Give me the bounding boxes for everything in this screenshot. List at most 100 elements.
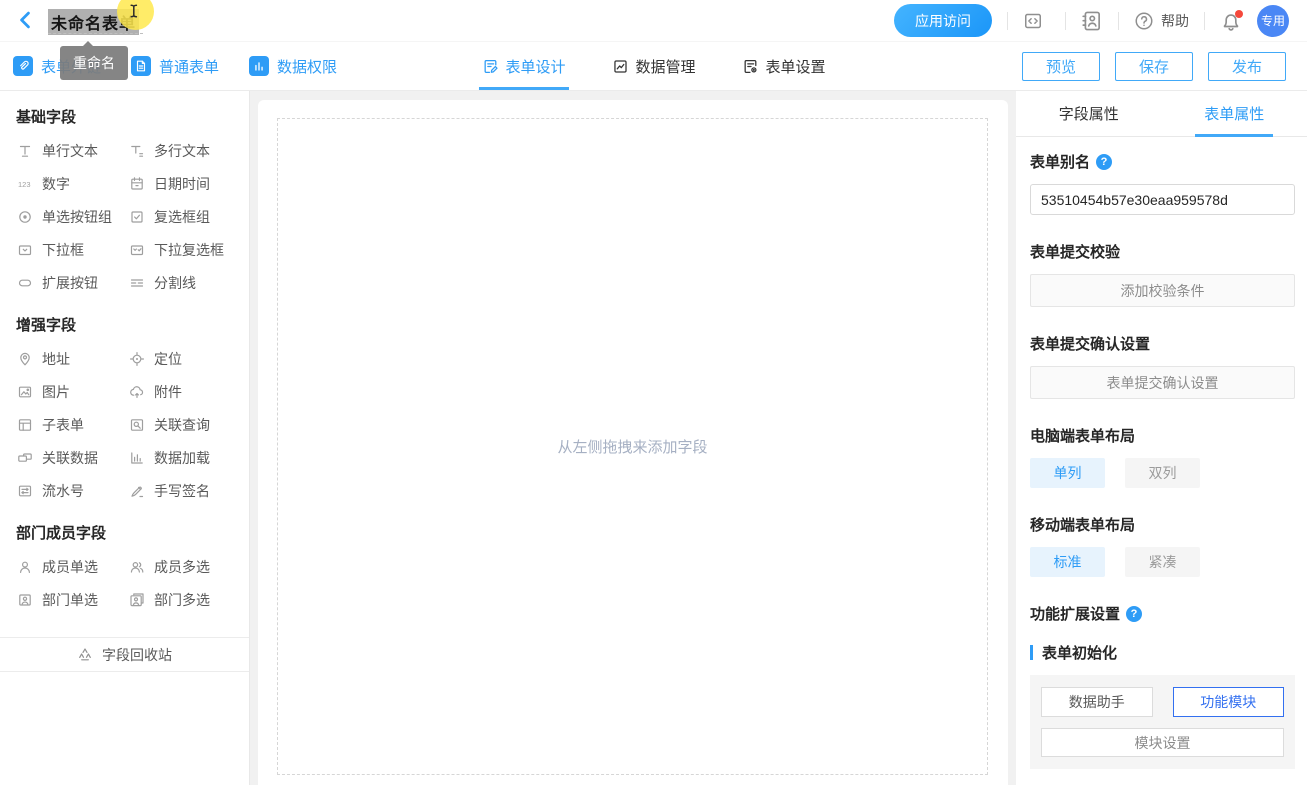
serial-number-icon (17, 483, 33, 499)
field-item-label: 数据加载 (154, 448, 210, 468)
mobile-layout-compact[interactable]: 紧凑 (1125, 547, 1200, 577)
field-item[interactable]: 关联数据 (17, 441, 129, 474)
field-item[interactable]: 流水号 (17, 474, 129, 507)
section-title: 基础字段 (16, 106, 249, 127)
form-init-tabs: 数据助手 功能模块 (1041, 687, 1284, 717)
field-item[interactable]: 手写签名 (129, 474, 241, 507)
workspace-badge[interactable]: 专用 (1257, 5, 1289, 37)
form-doc-icon (131, 56, 151, 76)
back-button[interactable] (14, 9, 36, 31)
notifications-button[interactable] (1220, 10, 1242, 32)
section-title: 部门成员字段 (16, 522, 249, 543)
app-access-button[interactable]: 应用访问 (894, 4, 992, 37)
field-item[interactable]: 附件 (129, 375, 241, 408)
add-validation-button[interactable]: 添加校验条件 (1030, 274, 1295, 307)
field-item-label: 单选按钮组 (42, 207, 112, 227)
canvas-dropzone[interactable]: 从左侧拖拽来添加字段 (277, 118, 988, 775)
preview-button[interactable]: 预览 (1022, 52, 1100, 81)
form-alias-label-row: 表单别名 (1030, 151, 1295, 172)
field-item-label: 成员多选 (154, 557, 210, 577)
field-item[interactable]: 扩展按钮 (17, 266, 129, 299)
normal-form-button[interactable]: 普通表单 (131, 56, 219, 77)
field-item-label: 数字 (42, 174, 70, 194)
sidebar-sections: 基础字段单行文本 多行文本 123 数字 日期时间单选按钮组 复选框组下拉框下拉复选框扩展… (0, 106, 249, 616)
field-item[interactable]: 数据加载 (129, 441, 241, 474)
contacts-button[interactable] (1081, 10, 1103, 32)
field-item-label: 复选框组 (154, 207, 210, 227)
data-permission-button[interactable]: 数据权限 (249, 56, 337, 77)
tab-form-settings[interactable]: 表单设置 (742, 42, 826, 90)
field-grid: 地址 定位图片 附件子表单 关联查询关联数据 数据加载流水号 手写签名 (0, 342, 249, 507)
help-button[interactable]: 帮助 (1134, 11, 1189, 31)
field-item[interactable]: 关联查询 (129, 408, 241, 441)
module-settings-button[interactable]: 模块设置 (1041, 728, 1284, 757)
form-settings-icon (742, 58, 759, 75)
section-title: 增强字段 (16, 314, 249, 335)
field-recycle-bin-button[interactable]: 字段回收站 (0, 637, 249, 672)
mobile-layout-standard[interactable]: 标准 (1030, 547, 1105, 577)
help-icon[interactable] (1126, 606, 1142, 622)
tab-data-manage[interactable]: 数据管理 (611, 42, 695, 90)
text-cursor-icon (126, 0, 142, 22)
field-item[interactable]: 123 数字 (17, 167, 129, 200)
form-toolbar: 表单外链 普通表单 数据权限 表单设计 数据管理 表单设置 预览 保存 发布 (0, 41, 1307, 91)
field-item[interactable]: 定位 (129, 342, 241, 375)
field-item[interactable]: 分割线 (129, 266, 241, 299)
field-item[interactable]: 图片 (17, 375, 129, 408)
field-item-label: 附件 (154, 382, 182, 402)
field-item-label: 定位 (154, 349, 182, 369)
field-item[interactable]: 多行文本 (129, 134, 241, 167)
location-icon (129, 351, 145, 367)
field-item-label: 关联查询 (154, 415, 210, 435)
form-alias-input[interactable] (1030, 184, 1295, 215)
back-icon (14, 9, 36, 31)
field-item[interactable]: 子表单 (17, 408, 129, 441)
field-item[interactable]: 部门多选 (129, 583, 241, 616)
field-item[interactable]: 成员多选 (129, 550, 241, 583)
pc-layout-single-column[interactable]: 单列 (1030, 458, 1105, 488)
form-init-box: 数据助手 功能模块 模块设置 (1030, 675, 1295, 769)
field-item[interactable]: 下拉复选框 (129, 233, 241, 266)
publish-button[interactable]: 发布 (1208, 52, 1286, 81)
help-icon[interactable] (1096, 154, 1112, 170)
field-item[interactable]: 部门单选 (17, 583, 129, 616)
rename-tooltip: 重命名 (60, 46, 128, 80)
number-icon: 123 (17, 176, 33, 192)
topbar: 未命名表单 重命名 应用访问 帮助 专用 (0, 0, 1307, 41)
form-init-label: 表单初始化 (1042, 642, 1117, 663)
submit-confirm-button[interactable]: 表单提交确认设置 (1030, 366, 1295, 399)
function-module-tab[interactable]: 功能模块 (1173, 687, 1285, 717)
field-item[interactable]: 下拉框 (17, 233, 129, 266)
dept-single-icon (17, 592, 33, 608)
field-item[interactable]: 成员单选 (17, 550, 129, 583)
field-item-label: 单行文本 (42, 141, 98, 161)
field-item-label: 手写签名 (154, 481, 210, 501)
svg-text:123: 123 (18, 180, 31, 189)
field-item[interactable]: 日期时间 (129, 167, 241, 200)
field-item[interactable]: 单选按钮组 (17, 200, 129, 233)
linked-data-icon (17, 450, 33, 466)
tab-field-properties[interactable]: 字段属性 (1016, 91, 1162, 136)
field-item[interactable]: 地址 (17, 342, 129, 375)
field-item-label: 多行文本 (154, 141, 210, 161)
mobile-layout-options: 标准 紧凑 (1030, 547, 1295, 577)
field-item[interactable]: 单行文本 (17, 134, 129, 167)
data-assistant-tab[interactable]: 数据助手 (1041, 687, 1153, 717)
field-item-label: 子表单 (42, 415, 84, 435)
tab-form-properties[interactable]: 表单属性 (1162, 91, 1307, 136)
submit-confirm-label: 表单提交确认设置 (1030, 333, 1295, 354)
divider (1204, 12, 1205, 30)
field-item[interactable]: 复选框组 (129, 200, 241, 233)
backend-script-button[interactable] (1023, 11, 1050, 31)
data-permission-label: 数据权限 (277, 56, 337, 77)
save-button[interactable]: 保存 (1115, 52, 1193, 81)
normal-form-label: 普通表单 (159, 56, 219, 77)
field-grid: 单行文本 多行文本 123 数字 日期时间单选按钮组 复选框组下拉框下拉复选框扩展按钮 分割… (0, 134, 249, 299)
multi-select-icon (129, 242, 145, 258)
pc-layout-double-column[interactable]: 双列 (1125, 458, 1200, 488)
tab-form-design[interactable]: 表单设计 (481, 42, 565, 90)
field-item-label: 扩展按钮 (42, 273, 98, 293)
section-accent-bar (1030, 645, 1033, 660)
toolbar-actions: 预览 保存 发布 (1022, 52, 1286, 81)
field-item-label: 关联数据 (42, 448, 98, 468)
